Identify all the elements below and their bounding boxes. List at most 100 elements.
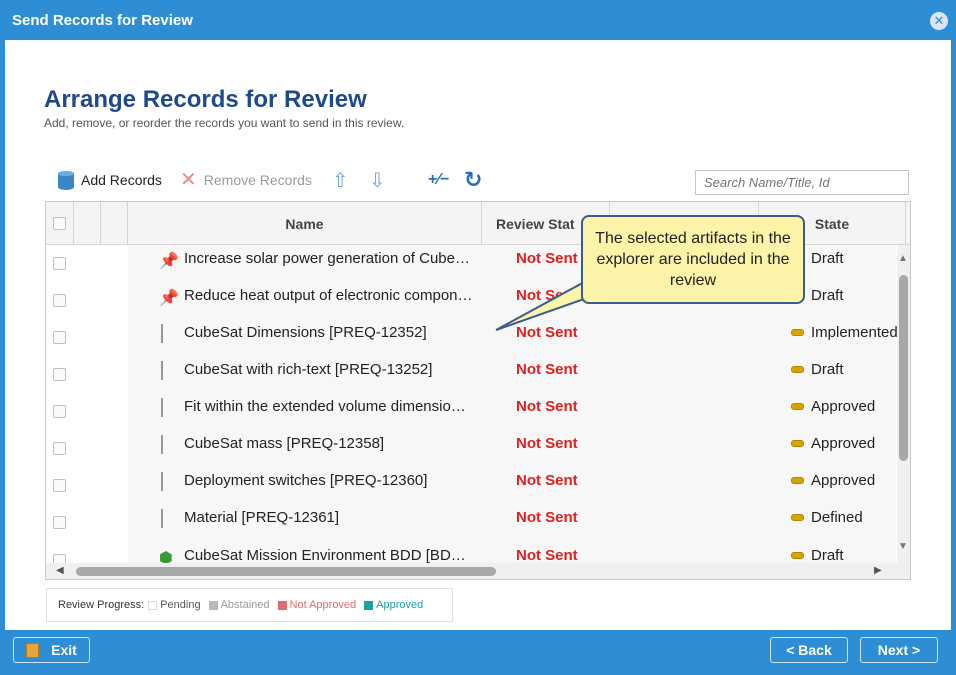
table-row[interactable]: Material [PREQ-12361] Not Sent Defined — [46, 504, 896, 541]
table-row[interactable]: CubeSat mass [PREQ-12358] Not Sent Appro… — [46, 430, 896, 467]
page-title: Arrange Records for Review — [44, 86, 367, 113]
row-checkbox[interactable] — [53, 516, 66, 529]
row-state: Approved — [791, 472, 875, 489]
row-state-label: Approved — [811, 398, 876, 415]
arrow-up-icon: ⇧ — [332, 169, 349, 192]
row-status: Not Sent — [516, 509, 578, 526]
row-status: Not Sent — [516, 250, 578, 267]
document-icon — [159, 472, 177, 493]
refresh-button[interactable]: ↻ — [464, 167, 483, 192]
legend-item-label: Abstained — [220, 599, 270, 611]
horizontal-scroll-thumb[interactable] — [76, 567, 496, 576]
row-checkbox[interactable] — [53, 368, 66, 381]
row-state-label: Approved — [811, 472, 876, 489]
row-status: Not Sent — [516, 547, 578, 564]
document-icon — [159, 324, 177, 345]
row-state: Implemented — [791, 324, 898, 341]
remove-records-label: Remove Records — [203, 172, 312, 188]
legend-item-pending: Pending — [148, 599, 201, 611]
document-icon — [159, 435, 177, 456]
legend-item-label: Pending — [160, 599, 201, 611]
table-row[interactable]: Fit within the extended volume dimension… — [46, 393, 896, 430]
column-header-name[interactable]: Name — [128, 202, 482, 245]
table-row[interactable]: CubeSat with rich-text [PREQ-13252] Not … — [46, 356, 896, 393]
row-status: Not Sent — [516, 398, 578, 415]
select-all-checkbox[interactable] — [53, 217, 66, 230]
add-records-label: Add Records — [81, 172, 162, 188]
state-pill-icon — [791, 329, 804, 336]
scroll-up-icon[interactable]: ▲ — [898, 253, 908, 264]
row-status: Not Sent — [516, 287, 578, 304]
refresh-icon: ↻ — [464, 167, 483, 192]
legend-item-label: Not Approved — [289, 599, 357, 611]
row-name: Deployment switches [PREQ-12360] — [184, 472, 428, 489]
row-state: Approved — [791, 435, 875, 452]
row-name: CubeSat mass [PREQ-12358] — [184, 435, 385, 452]
close-icon[interactable]: ✕ — [930, 12, 948, 30]
table-row[interactable]: Deployment switches [PREQ-12360] Not Sen… — [46, 467, 896, 504]
exit-door-icon — [26, 642, 40, 658]
row-name: CubeSat Mission Environment BDD [BDD… — [184, 547, 474, 564]
row-name: CubeSat with rich-text [PREQ-13252] — [184, 361, 433, 378]
legend-item-approved: Approved — [364, 599, 423, 611]
remove-x-icon: ✕ — [180, 169, 197, 191]
header-spacer-1 — [74, 202, 101, 245]
database-icon — [58, 170, 74, 190]
row-state: Approved — [791, 398, 875, 415]
state-pill-icon — [791, 440, 804, 447]
table-row[interactable]: CubeSat Dimensions [PREQ-12352] Not Sent… — [46, 319, 898, 356]
row-state-label: Approved — [811, 435, 876, 452]
document-icon — [159, 361, 177, 382]
row-state-label: Draft — [811, 361, 844, 378]
legend-label: Review Progress: — [58, 599, 145, 611]
pin-icon: 📌 — [159, 290, 179, 307]
move-down-button[interactable]: ⇩ — [369, 168, 386, 192]
row-state-label: Defined — [811, 509, 863, 526]
scroll-left-icon[interactable]: ◀ — [56, 565, 64, 576]
row-state-label: Draft — [811, 287, 844, 304]
frame-left — [0, 40, 5, 630]
page-subtitle: Add, remove, or reorder the records you … — [44, 116, 405, 130]
row-checkbox[interactable] — [53, 442, 66, 455]
search-input[interactable] — [695, 170, 909, 195]
abstained-swatch — [208, 600, 218, 610]
row-status: Not Sent — [516, 361, 578, 378]
row-name: Fit within the extended volume dimension… — [184, 398, 474, 415]
row-checkbox[interactable] — [53, 405, 66, 418]
not-approved-swatch — [277, 600, 287, 610]
pending-swatch — [148, 600, 158, 610]
back-button[interactable]: < Back — [770, 637, 848, 663]
row-checkbox[interactable] — [53, 331, 66, 344]
vertical-scroll-thumb[interactable] — [899, 275, 908, 461]
move-up-button[interactable]: ⇧ — [332, 168, 349, 192]
title-bar: Send Records for Review ✕ — [0, 0, 956, 40]
row-state: Draft — [791, 547, 844, 564]
row-state-label: Draft — [811, 250, 844, 267]
row-state: Defined — [791, 509, 863, 526]
toggle-plus-minus-button[interactable]: +⁄− — [428, 168, 449, 192]
approved-swatch — [364, 600, 374, 610]
row-status: Not Sent — [516, 324, 578, 341]
horizontal-scrollbar[interactable]: ◀ ▶ — [46, 563, 910, 579]
legend-item-not-approved: Not Approved — [277, 599, 357, 611]
state-pill-icon — [791, 514, 804, 521]
scroll-right-icon[interactable]: ▶ — [874, 565, 882, 576]
row-status: Not Sent — [516, 472, 578, 489]
select-all-header — [46, 202, 74, 245]
row-state: Draft — [791, 361, 844, 378]
remove-records-button[interactable]: ✕ Remove Records — [180, 168, 312, 192]
add-records-button[interactable]: Add Records — [58, 168, 162, 192]
row-checkbox[interactable] — [53, 257, 66, 270]
row-state-label: Implemented — [811, 324, 898, 341]
row-name: Increase solar power generation of Cube… — [184, 250, 470, 267]
scroll-down-icon[interactable]: ▼ — [898, 541, 908, 552]
row-state-label: Draft — [811, 547, 844, 564]
row-checkbox[interactable] — [53, 294, 66, 307]
exit-label: Exit — [51, 642, 77, 658]
vertical-scrollbar[interactable]: ▲ ▼ — [897, 245, 910, 563]
exit-button[interactable]: Exit — [13, 637, 90, 663]
row-name: CubeSat Dimensions [PREQ-12352] — [184, 324, 427, 341]
next-button[interactable]: Next > — [860, 637, 938, 663]
row-checkbox[interactable] — [53, 479, 66, 492]
review-progress-legend: Review Progress: Pending Abstained Not A… — [46, 588, 453, 622]
